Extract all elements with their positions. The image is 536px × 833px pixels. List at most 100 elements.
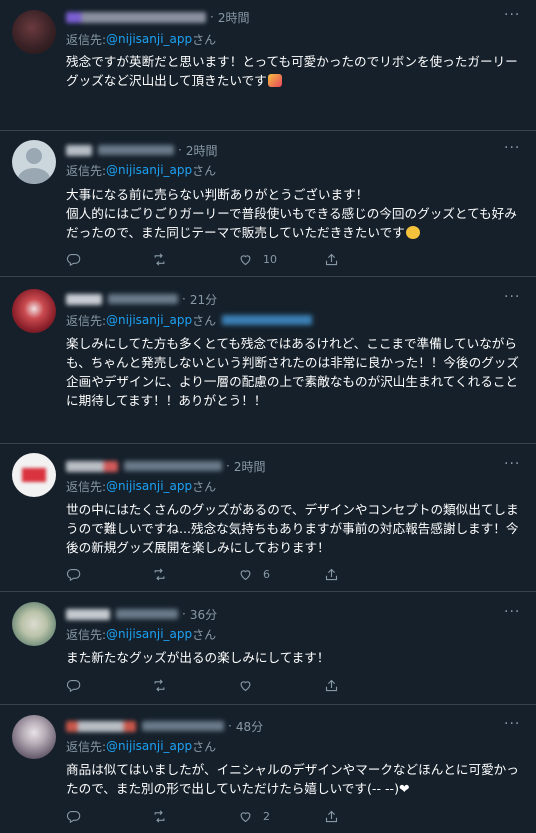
share-icon bbox=[324, 809, 339, 824]
reply-icon bbox=[66, 678, 81, 693]
tweet-actions: 6 bbox=[66, 565, 446, 583]
reply-button[interactable] bbox=[66, 250, 152, 268]
display-name[interactable] bbox=[66, 460, 118, 472]
more-icon[interactable]: ··· bbox=[504, 457, 520, 475]
like-icon bbox=[238, 567, 253, 582]
reply-icon bbox=[66, 252, 81, 267]
avatar[interactable] bbox=[12, 715, 56, 759]
tweet-text: 楽しみにしてた方も多くとても残念ではあるけれど、ここまで準備していながらも、ちゃ… bbox=[66, 334, 526, 410]
replying-to: 返信先: @nijisanji_app さん bbox=[66, 626, 216, 642]
user-handle[interactable] bbox=[116, 609, 178, 619]
like-icon bbox=[238, 678, 253, 693]
reply-button[interactable] bbox=[66, 807, 152, 825]
timestamp[interactable]: 21分 bbox=[190, 291, 217, 308]
tweet-actions: 2 bbox=[66, 807, 446, 825]
avatar[interactable] bbox=[12, 453, 56, 497]
user-handle[interactable] bbox=[124, 461, 222, 471]
like-button[interactable]: 10 bbox=[238, 250, 324, 268]
like-count: 6 bbox=[263, 567, 270, 581]
share-button[interactable] bbox=[324, 676, 410, 694]
separator-dot: · bbox=[228, 719, 232, 733]
timestamp[interactable]: 2時間 bbox=[186, 142, 218, 159]
tweet-header: · 2時間 bbox=[66, 8, 249, 26]
retweet-button[interactable] bbox=[152, 565, 238, 583]
more-icon[interactable]: ··· bbox=[504, 717, 520, 735]
retweet-button[interactable] bbox=[152, 807, 238, 825]
more-icon[interactable]: ··· bbox=[504, 8, 520, 26]
share-button[interactable] bbox=[324, 250, 410, 268]
timestamp[interactable]: 2時間 bbox=[234, 458, 266, 475]
like-button[interactable] bbox=[238, 676, 324, 694]
like-icon bbox=[238, 252, 253, 267]
reply-handle-link[interactable]: @nijisanji_app bbox=[106, 739, 192, 753]
timestamp[interactable]: 48分 bbox=[236, 718, 263, 735]
tweet-text-content: また新たなグッズが出るの楽しみにしてます！ bbox=[66, 650, 330, 665]
reply-handle-link[interactable]: @nijisanji_app bbox=[106, 163, 192, 177]
share-icon bbox=[324, 252, 339, 267]
reply-suffix: さん bbox=[192, 32, 217, 47]
separator-dot: · bbox=[178, 143, 182, 157]
display-name[interactable] bbox=[66, 293, 102, 305]
retweet-button[interactable] bbox=[152, 676, 238, 694]
more-icon[interactable]: ··· bbox=[504, 141, 520, 159]
like-button[interactable]: 6 bbox=[238, 565, 324, 583]
tweet-text: 商品は似てはいましたが、イニシャルのデザインやマークなどほんとに可愛かったので、… bbox=[66, 760, 526, 798]
reply-handle-link[interactable]: @nijisanji_app bbox=[106, 479, 192, 493]
avatar[interactable] bbox=[12, 289, 56, 333]
reply-tweet[interactable]: · 2時間 ··· 返信先: @nijisanji_app さん 世の中にはたく… bbox=[0, 444, 536, 592]
avatar[interactable] bbox=[12, 10, 56, 54]
reply-tweet[interactable]: · 2時間 ··· 返信先: @nijisanji_app さん 残念ですが英断… bbox=[0, 0, 536, 131]
tweet-actions bbox=[66, 676, 446, 694]
additional-reply-handle[interactable] bbox=[222, 315, 313, 325]
tweet-header: · 21分 bbox=[66, 290, 217, 308]
reply-handle-link[interactable]: @nijisanji_app bbox=[106, 32, 192, 46]
reply-tweet[interactable]: · 2時間 ··· 返信先: @nijisanji_app さん 大事になる前に… bbox=[0, 131, 536, 277]
reply-suffix: さん bbox=[192, 479, 217, 494]
display-name[interactable] bbox=[66, 720, 136, 732]
user-handle[interactable] bbox=[98, 145, 174, 155]
user-handle[interactable] bbox=[142, 721, 224, 731]
reply-handle-link[interactable]: @nijisanji_app bbox=[106, 627, 192, 641]
timestamp[interactable]: 2時間 bbox=[218, 9, 250, 26]
tweet-text-content: 楽しみにしてた方も多くとても残念ではあるけれど、ここまで準備していながらも、ちゃ… bbox=[66, 336, 519, 408]
tweet-text: 残念ですが英断だと思います！とっても可愛かったのでリボンを使ったガーリーグッズな… bbox=[66, 52, 526, 90]
like-count: 10 bbox=[263, 252, 277, 266]
tweet-text-content: 世の中にはたくさんのグッズがあるので、デザインやコンセプトの類似出てしまうので難… bbox=[66, 502, 519, 555]
like-button[interactable]: 2 bbox=[238, 807, 324, 825]
retweet-icon bbox=[152, 567, 167, 582]
display-name[interactable] bbox=[66, 608, 110, 620]
like-icon bbox=[238, 809, 253, 824]
default-avatar-head-icon bbox=[26, 148, 42, 164]
user-handle[interactable] bbox=[108, 294, 178, 304]
avatar[interactable] bbox=[12, 602, 56, 646]
ribbon-heart-emoji-icon bbox=[267, 74, 282, 87]
reply-prefix: 返信先: bbox=[66, 739, 107, 754]
replying-to: 返信先: @nijisanji_app さん bbox=[66, 312, 313, 328]
more-icon[interactable]: ··· bbox=[504, 290, 520, 308]
share-button[interactable] bbox=[324, 807, 410, 825]
reply-tweet[interactable]: · 21分 ··· 返信先: @nijisanji_app さん 楽しみにしてた… bbox=[0, 277, 536, 444]
display-name[interactable] bbox=[66, 144, 92, 156]
separator-dot: · bbox=[182, 607, 186, 621]
share-button[interactable] bbox=[324, 565, 410, 583]
avatar-logo-icon bbox=[22, 468, 46, 482]
timestamp[interactable]: 36分 bbox=[190, 606, 217, 623]
avatar[interactable] bbox=[12, 140, 56, 184]
retweet-icon bbox=[152, 809, 167, 824]
tweet-text-content: 大事になる前に売らない判断ありがとうございます！ 個人的にはごりごりガーリーで普… bbox=[66, 187, 517, 240]
display-name[interactable] bbox=[66, 11, 206, 23]
reply-button[interactable] bbox=[66, 565, 152, 583]
reply-prefix: 返信先: bbox=[66, 627, 107, 642]
separator-dot: · bbox=[182, 292, 186, 306]
tweet-text: また新たなグッズが出るの楽しみにしてます！ bbox=[66, 648, 526, 667]
replying-to: 返信先: @nijisanji_app さん bbox=[66, 478, 216, 494]
tweet-actions: 10 bbox=[66, 250, 446, 268]
reply-tweet[interactable]: · 48分 ··· 返信先: @nijisanji_app さん 商品は似てはい… bbox=[0, 705, 536, 833]
more-icon[interactable]: ··· bbox=[504, 605, 520, 623]
retweet-button[interactable] bbox=[152, 250, 238, 268]
reply-button[interactable] bbox=[66, 676, 152, 694]
reply-icon bbox=[66, 809, 81, 824]
reply-handle-link[interactable]: @nijisanji_app bbox=[106, 313, 192, 327]
reply-tweet[interactable]: · 36分 ··· 返信先: @nijisanji_app さん また新たなグッ… bbox=[0, 592, 536, 705]
replying-to: 返信先: @nijisanji_app さん bbox=[66, 162, 216, 178]
